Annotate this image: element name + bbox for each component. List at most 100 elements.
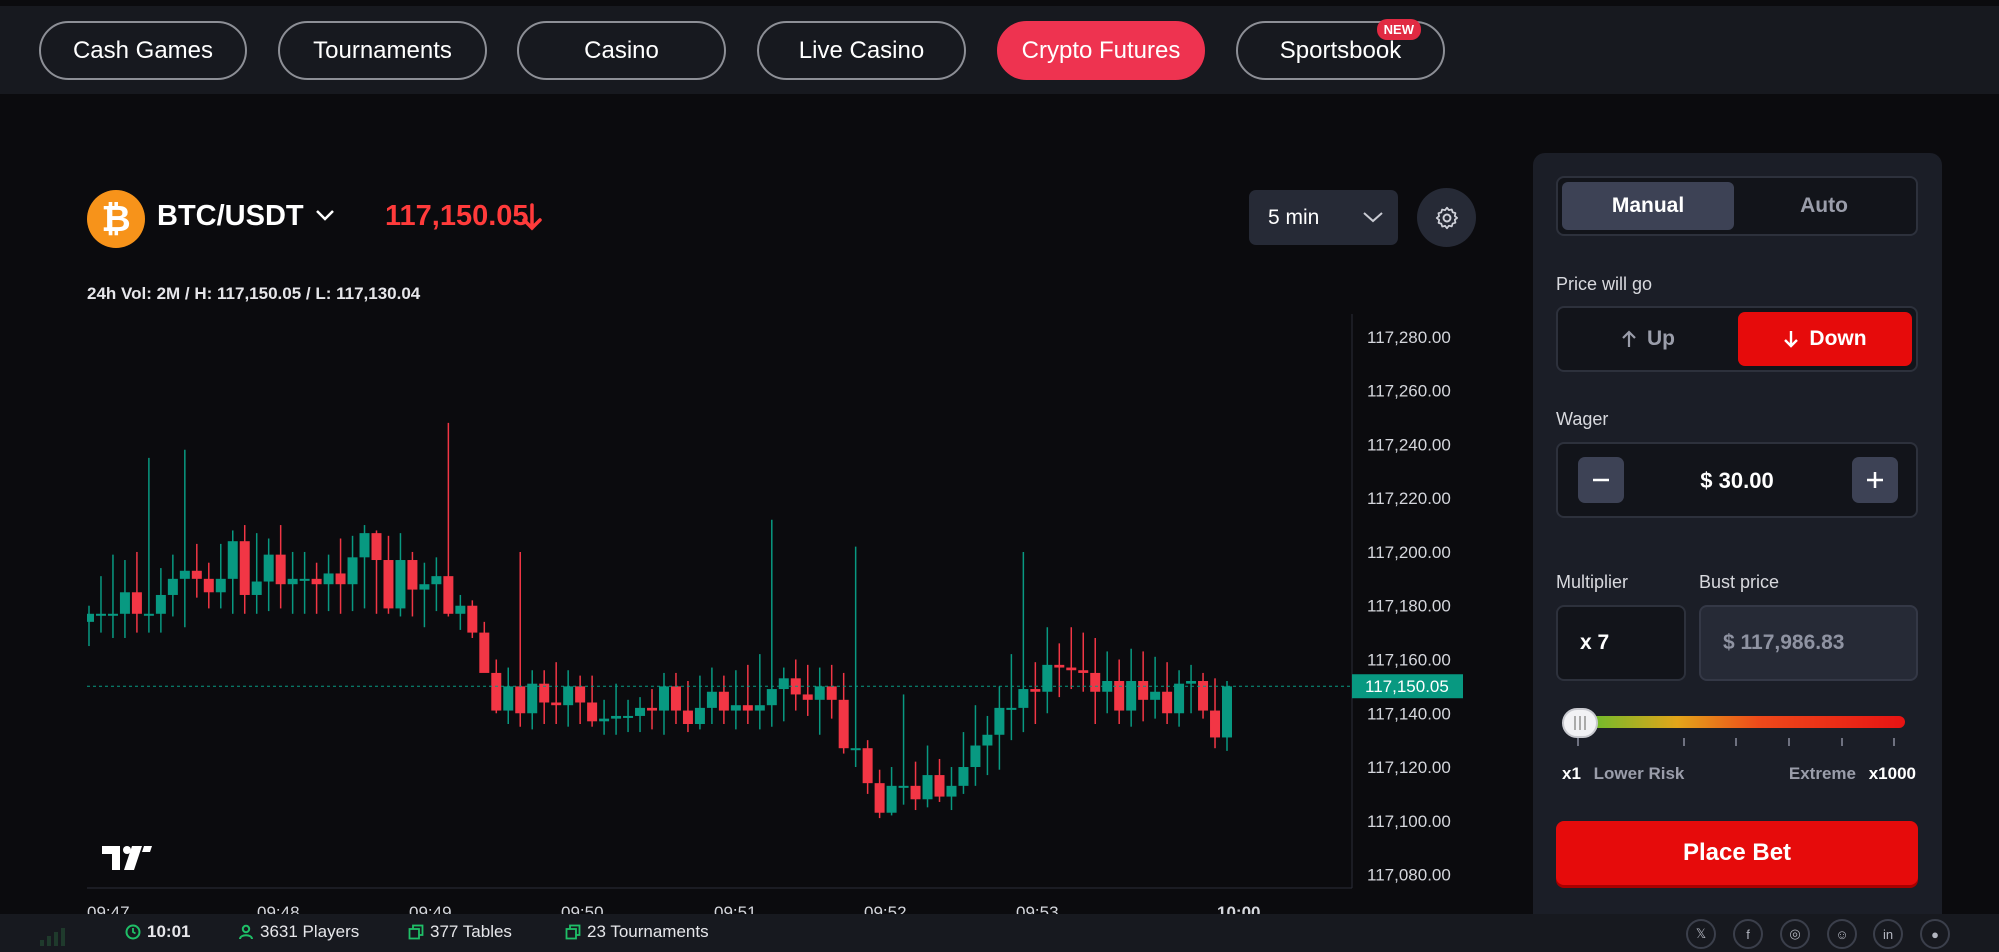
candle-body xyxy=(239,541,250,595)
plus-icon xyxy=(1867,472,1883,488)
user-icon xyxy=(239,924,253,940)
tab-label: Tournaments xyxy=(313,36,452,64)
increase-wager-button[interactable] xyxy=(1852,457,1898,503)
slider-tick xyxy=(1577,738,1579,746)
tab-crypto-futures[interactable]: Crypto Futures xyxy=(997,21,1205,80)
candle-body xyxy=(323,573,334,585)
slider-tick xyxy=(1683,738,1685,746)
clock-time: 10:01 xyxy=(147,922,191,941)
y-tick-label: 117,160.00 xyxy=(1367,650,1451,669)
candle-body xyxy=(611,715,622,719)
candle-body xyxy=(527,683,538,714)
price-chart[interactable]: 117,280.00 117,260.00 117,240.00 117,220.00… xyxy=(87,310,1467,920)
instagram-icon[interactable]: ◎ xyxy=(1780,919,1810,949)
candle-body xyxy=(802,694,813,700)
tab-casino[interactable]: Casino xyxy=(517,21,726,80)
candle-body xyxy=(455,605,466,614)
candle-body xyxy=(563,686,574,706)
candle-body xyxy=(874,783,885,813)
candle-body xyxy=(1054,664,1065,668)
candle-body xyxy=(395,560,406,609)
candle-body xyxy=(922,775,933,800)
y-tick-label: 117,080.00 xyxy=(1367,866,1451,885)
candle-body xyxy=(227,541,238,579)
candle-body xyxy=(179,570,190,579)
y-tick-label: 117,180.00 xyxy=(1367,597,1451,616)
clock-icon xyxy=(125,924,141,940)
candle-body xyxy=(1030,689,1041,692)
mode-auto-button[interactable]: Auto xyxy=(1738,182,1910,230)
tab-sportsbook[interactable]: Sportsbook NEW xyxy=(1236,19,1445,80)
candle-body xyxy=(1222,686,1232,738)
wager-input[interactable]: $ 30.00 xyxy=(1556,442,1918,518)
candle-body xyxy=(982,734,993,746)
y-tick-label: 117,260.00 xyxy=(1367,382,1451,401)
interval-select[interactable]: 5 min xyxy=(1249,190,1398,245)
slider-tick xyxy=(1788,738,1790,746)
candle-body xyxy=(886,785,897,813)
down-button[interactable]: Down xyxy=(1738,312,1912,366)
candle-body xyxy=(1090,672,1101,692)
x-icon[interactable]: 𝕏 xyxy=(1686,919,1716,949)
candle-body xyxy=(371,533,382,561)
candle-body xyxy=(275,554,286,585)
candle-body xyxy=(587,702,598,722)
tournaments-count: 23 Tournaments xyxy=(587,922,709,941)
tab-live-casino[interactable]: Live Casino xyxy=(757,21,966,80)
candle-body xyxy=(407,560,418,590)
candle-body xyxy=(766,689,777,706)
tab-cash-games[interactable]: Cash Games xyxy=(39,21,247,80)
place-bet-button[interactable]: Place Bet xyxy=(1556,821,1918,885)
arrow-down-icon xyxy=(522,203,542,231)
y-tick-label: 117,240.00 xyxy=(1367,435,1451,454)
candle-body xyxy=(87,613,94,622)
down-label: Down xyxy=(1809,327,1867,350)
candle-body xyxy=(419,584,430,590)
multiplier-input[interactable]: x 7 xyxy=(1556,605,1686,681)
status-bar: 10:01 3631 Players 377 Tables 23 Tournam… xyxy=(0,914,1999,952)
up-label: Up xyxy=(1647,327,1675,350)
pair-selector[interactable]: BTC/USDT xyxy=(157,200,304,233)
candle-body xyxy=(431,576,442,585)
tournaments-icon xyxy=(565,924,581,940)
tables-count: 377 Tables xyxy=(430,922,512,941)
facebook-icon[interactable]: f xyxy=(1733,919,1763,949)
bet-panel: Manual Auto Price will go Up Down Wager … xyxy=(1533,153,1942,933)
candle-body xyxy=(215,578,226,593)
chevron-down-icon[interactable] xyxy=(314,207,336,223)
candle-body xyxy=(1210,710,1221,738)
candle-body xyxy=(658,686,669,711)
discord-icon[interactable]: ☺ xyxy=(1827,919,1857,949)
candle-body xyxy=(131,592,142,614)
risk-max: Extreme x1000 xyxy=(1789,764,1916,784)
reddit-icon[interactable]: ● xyxy=(1920,919,1950,949)
candle-body xyxy=(730,705,741,711)
risk-slider-track[interactable] xyxy=(1580,716,1905,728)
direction-label: Price will go xyxy=(1556,274,1653,294)
y-tick-label: 117,140.00 xyxy=(1367,704,1451,723)
chart-settings-button[interactable] xyxy=(1417,188,1476,247)
candle-body xyxy=(946,785,957,797)
candle-body xyxy=(778,678,789,690)
candle-body xyxy=(335,573,346,585)
up-button[interactable]: Up xyxy=(1562,312,1734,366)
wager-label: Wager xyxy=(1556,409,1609,429)
candle-body xyxy=(826,686,837,700)
candle-body xyxy=(143,613,154,616)
mode-manual-button[interactable]: Manual xyxy=(1562,182,1734,230)
candle-body xyxy=(1198,680,1209,711)
new-badge: NEW xyxy=(1376,19,1421,40)
candle-body xyxy=(850,748,861,751)
tab-label: Cash Games xyxy=(72,36,214,64)
candle-body xyxy=(623,715,634,718)
slider-tick xyxy=(1893,738,1895,746)
candle-body xyxy=(203,578,214,593)
risk-slider-handle[interactable] xyxy=(1562,708,1598,738)
candle-body xyxy=(706,691,717,708)
tab-tournaments[interactable]: Tournaments xyxy=(278,21,487,80)
chevron-down-icon xyxy=(1363,212,1383,223)
candle-body xyxy=(718,691,729,711)
linkedin-icon[interactable]: in xyxy=(1873,919,1903,949)
candle-body xyxy=(155,594,166,614)
candle-body xyxy=(167,578,178,595)
